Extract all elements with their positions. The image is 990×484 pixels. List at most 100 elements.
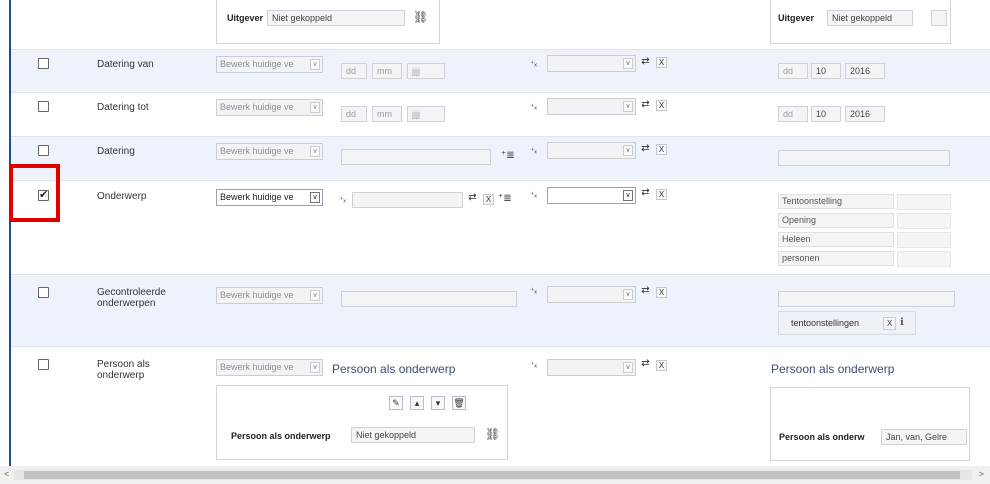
- clear-button[interactable]: X: [656, 144, 667, 155]
- row-label: Datering: [97, 146, 135, 157]
- horizontal-scrollbar[interactable]: < >: [0, 466, 990, 484]
- edit-mode-select[interactable]: Bewerk huidige ve ∨: [216, 56, 323, 73]
- link-arrow-icon[interactable]: ⇄: [639, 143, 652, 155]
- move-down-icon[interactable]: ▾: [431, 396, 445, 410]
- right-year: 2016: [845, 106, 885, 122]
- row-datering-tot: Datering tot Bewerk huidige ve ∨ dd mm jj…: [11, 93, 990, 136]
- link-arrow-icon[interactable]: ⇄: [639, 187, 652, 199]
- link-icon[interactable]: ⛓: [413, 11, 428, 23]
- chip-remove-button[interactable]: X: [883, 317, 897, 330]
- chip-label: tentoonstellingen: [791, 318, 860, 328]
- month-field[interactable]: mm: [372, 106, 402, 122]
- tag-item: personen: [778, 251, 894, 266]
- chip-row: tentoonstellingen X ℹ: [778, 311, 916, 335]
- persoon-value[interactable]: Niet gekoppeld: [351, 427, 475, 443]
- form-frame: Uitgever Niet gekoppeld ⛓ Uitgever Niet …: [9, 0, 990, 466]
- right-month: 10: [811, 63, 841, 79]
- datering-field[interactable]: [341, 149, 491, 165]
- uitgever-panel-right: Uitgever Niet gekoppeld: [770, 0, 951, 44]
- row-label: Datering tot: [97, 102, 149, 113]
- persoon-label-right: Persoon als onderw: [779, 432, 865, 442]
- month-field[interactable]: mm: [372, 63, 402, 79]
- list-add-icon[interactable]: ⁺≣: [501, 150, 515, 162]
- row-checkbox[interactable]: [38, 101, 49, 112]
- trash-icon[interactable]: 🗑: [452, 396, 466, 410]
- link-arrow-icon[interactable]: ⇄: [466, 192, 479, 204]
- persoon-panel-right: Persoon als onderw Jan, van, Gelre: [770, 387, 970, 461]
- row-gecontroleerde-onderwerpen: Gecontroleerde onderwerpen Bewerk huidige…: [11, 275, 990, 346]
- edit-mode-select[interactable]: Bewerk huidige ve ∨: [216, 359, 323, 376]
- uitgever-label: Uitgever: [227, 13, 264, 23]
- uitgever-value[interactable]: Niet gekoppeld: [267, 10, 405, 26]
- clear-button[interactable]: X: [656, 360, 667, 371]
- right-day: dd: [778, 106, 808, 122]
- edit-icon[interactable]: ✎: [389, 396, 403, 410]
- row-label: Persoon als onderwerp: [97, 359, 150, 381]
- clear-button[interactable]: X: [656, 287, 667, 298]
- onderwerp-field[interactable]: [352, 192, 463, 208]
- value-select[interactable]: ∨: [547, 55, 636, 72]
- day-field[interactable]: dd: [341, 63, 367, 79]
- year-field[interactable]: jjjj: [407, 106, 445, 122]
- edit-mode-select[interactable]: Bewerk huidige ve ∨: [216, 143, 323, 160]
- value-select[interactable]: ∨: [547, 98, 636, 115]
- scroll-left-icon[interactable]: <: [4, 469, 9, 479]
- scrollbar-thumb[interactable]: [24, 471, 960, 479]
- row-checkbox[interactable]: [38, 145, 49, 156]
- wand-icon[interactable]: ⁺ₓ: [527, 145, 540, 157]
- link-icon[interactable]: ⛓: [485, 428, 500, 440]
- value-select[interactable]: ∨: [547, 359, 636, 376]
- edit-mode-select[interactable]: Bewerk huidige ve ∨: [216, 189, 323, 206]
- row-label: Gecontroleerde onderwerpen: [97, 287, 166, 309]
- row-checkbox[interactable]: [38, 58, 49, 69]
- edit-mode-select[interactable]: Bewerk huidige ve ∨: [216, 287, 323, 304]
- link-arrow-icon[interactable]: ⇄: [639, 56, 652, 68]
- row-onderwerp: Onderwerp Bewerk huidige ve∨ ⁺ₓ ⇄ X ⁺≣ ⁺…: [11, 181, 990, 274]
- move-up-icon[interactable]: ▴: [410, 396, 424, 410]
- edit-mode-select[interactable]: Bewerk huidige ve ∨: [216, 99, 323, 116]
- wand-icon[interactable]: ⁺ₓ: [527, 359, 540, 371]
- wand-icon[interactable]: ⁺ₓ: [527, 189, 540, 201]
- row-label: Datering van: [97, 59, 154, 70]
- row-persoon-als-onderwerp: Persoon als onderwerp Bewerk huidige ve ∨ …: [11, 347, 990, 466]
- right-month: 10: [811, 106, 841, 122]
- list-add-icon[interactable]: ⁺≣: [498, 193, 512, 205]
- link-arrow-icon[interactable]: ⇄: [639, 99, 652, 111]
- clear-button[interactable]: X: [483, 194, 494, 205]
- value-select[interactable]: ∨: [547, 187, 636, 204]
- uitgever-panel-left: Uitgever Niet gekoppeld ⛓: [216, 0, 440, 44]
- value-select[interactable]: ∨: [547, 286, 636, 303]
- row-checkbox[interactable]: [38, 287, 49, 298]
- blank-box: [931, 10, 947, 26]
- right-year: 2016: [845, 63, 885, 79]
- persoon-value-right: Jan, van, Gelre: [881, 429, 967, 445]
- clear-button[interactable]: X: [656, 57, 667, 68]
- year-field[interactable]: jjjj: [407, 63, 445, 79]
- wand-icon[interactable]: ⁺ₓ: [336, 194, 349, 206]
- tag-item: Opening: [778, 213, 894, 228]
- day-field[interactable]: dd: [341, 106, 367, 122]
- clear-button[interactable]: X: [656, 189, 667, 200]
- value-select[interactable]: ∨: [547, 142, 636, 159]
- tag-item: Heleen: [778, 232, 894, 247]
- right-section-title: Persoon als onderwerp: [771, 362, 895, 376]
- right-day: dd: [778, 63, 808, 79]
- wand-icon[interactable]: ⁺ₓ: [527, 58, 540, 70]
- row-checkbox[interactable]: [38, 359, 49, 370]
- scroll-right-icon[interactable]: >: [979, 469, 984, 479]
- wand-icon[interactable]: ⁺ₓ: [527, 285, 540, 297]
- highlight-box: [9, 164, 60, 222]
- right-gecontroleerde: [778, 291, 955, 307]
- gecontroleerde-field[interactable]: [341, 291, 517, 307]
- info-icon[interactable]: ℹ: [900, 317, 904, 328]
- section-title: Persoon als onderwerp: [332, 362, 456, 376]
- uitgever-label-right: Uitgever: [778, 13, 815, 23]
- row-datering-van: Datering van Bewerk huidige ve ∨ dd mm jj…: [11, 50, 990, 92]
- tag-item: Tentoonstelling: [778, 194, 894, 209]
- uitgever-value-right: Niet gekoppeld: [827, 10, 913, 26]
- right-datering: [778, 150, 950, 166]
- wand-icon[interactable]: ⁺ₓ: [527, 101, 540, 113]
- link-arrow-icon[interactable]: ⇄: [639, 285, 652, 297]
- clear-button[interactable]: X: [656, 100, 667, 111]
- link-arrow-icon[interactable]: ⇄: [639, 358, 652, 370]
